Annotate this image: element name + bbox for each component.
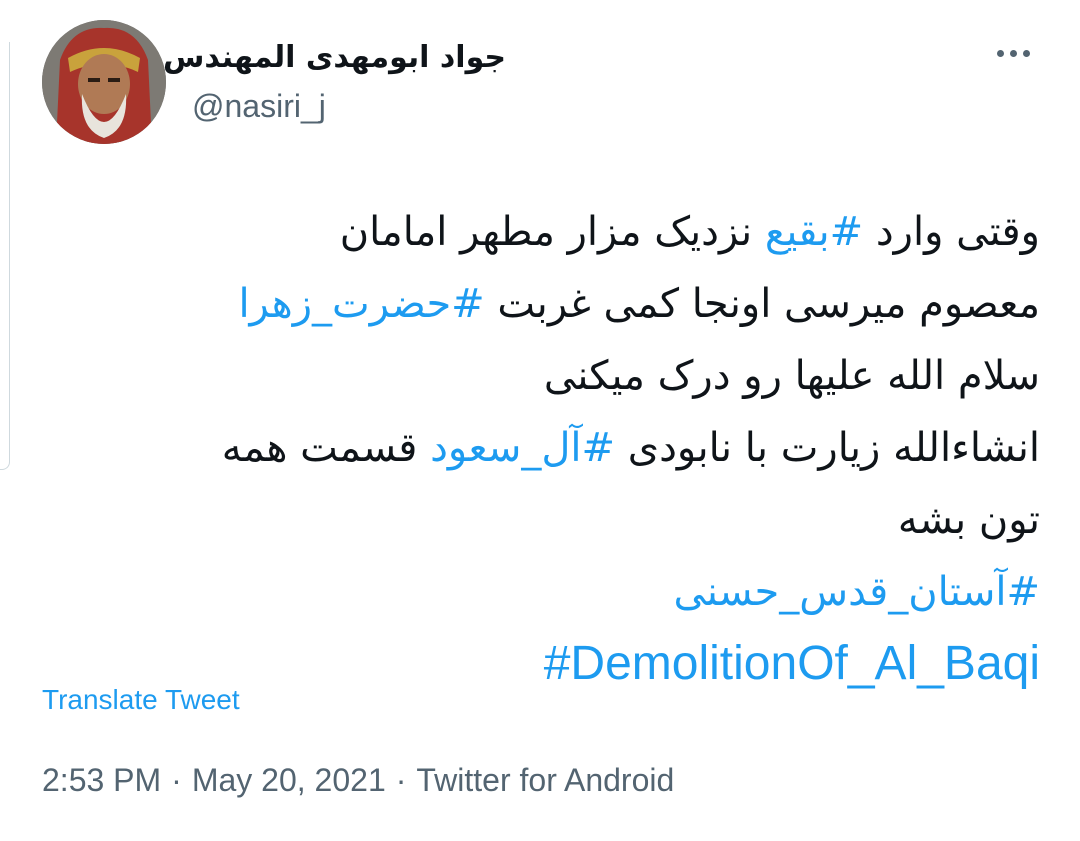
tweet-source[interactable]: Twitter for Android [416, 762, 674, 798]
tweet-line: معصوم میرسی اونجا کمی غربت #حضرت_زهرا [30, 268, 1040, 340]
tweet-text-segment: تون بشه [897, 497, 1040, 543]
tweet-text-segment: انشاءالله زیارت با نابودی [615, 425, 1040, 471]
separator: · [395, 762, 407, 798]
separator: · [171, 762, 182, 798]
tweet-text-segment: وقتی وارد [863, 209, 1040, 255]
tweet-text-segment: معصوم میرسی اونجا کمی غربت [484, 281, 1040, 327]
tweet-text-segment: نزدیک مزار مطهر امامان [339, 209, 765, 255]
tweet-metadata: 2:53 PM · May 20, 2021 · Twitter for Android [42, 762, 674, 799]
tweet-line: وقتی وارد #بقیع نزدیک مزار مطهر امامان [30, 196, 1040, 268]
translate-tweet-link[interactable]: Translate Tweet [42, 684, 240, 716]
hashtag-link[interactable]: #DemolitionOf_Al_Baqi [544, 637, 1040, 690]
avatar[interactable] [42, 20, 166, 144]
author-display-name[interactable]: جواد ابومهدی المهندس [163, 40, 506, 75]
tweet-text: وقتی وارد #بقیع نزدیک مزار مطهر امامان مع… [30, 196, 1040, 700]
left-border [0, 42, 10, 470]
avatar-portrait-image [42, 20, 166, 144]
more-horizontal-icon [1022, 49, 1030, 57]
tweet-line: #آستان_قدس_حسنی [30, 556, 1040, 628]
tweet-line: تون بشه [30, 484, 1040, 556]
author-handle[interactable]: @nasiri_j [192, 88, 326, 125]
tweet-text-segment: سلام الله علیها رو درک میکنی [543, 353, 1040, 399]
hashtag-link[interactable]: #آل_سعود [430, 425, 615, 471]
tweet-line: سلام الله علیها رو درک میکنی [30, 340, 1040, 412]
tweet-time[interactable]: 2:53 PM [42, 762, 161, 798]
tweet-text-segment: قسمت همه [221, 425, 431, 471]
more-horizontal-icon [996, 49, 1004, 57]
tweet-line: انشاءالله زیارت با نابودی #آل_سعود قسمت … [30, 412, 1040, 484]
hashtag-link[interactable]: #حضرت_زهرا [238, 281, 484, 327]
more-options-button[interactable] [990, 38, 1036, 68]
tweet-date[interactable]: May 20, 2021 [192, 762, 386, 798]
hashtag-link[interactable]: #آستان_قدس_حسنی [673, 569, 1040, 615]
hashtag-link[interactable]: #بقیع [765, 209, 863, 255]
more-horizontal-icon [1009, 49, 1017, 57]
